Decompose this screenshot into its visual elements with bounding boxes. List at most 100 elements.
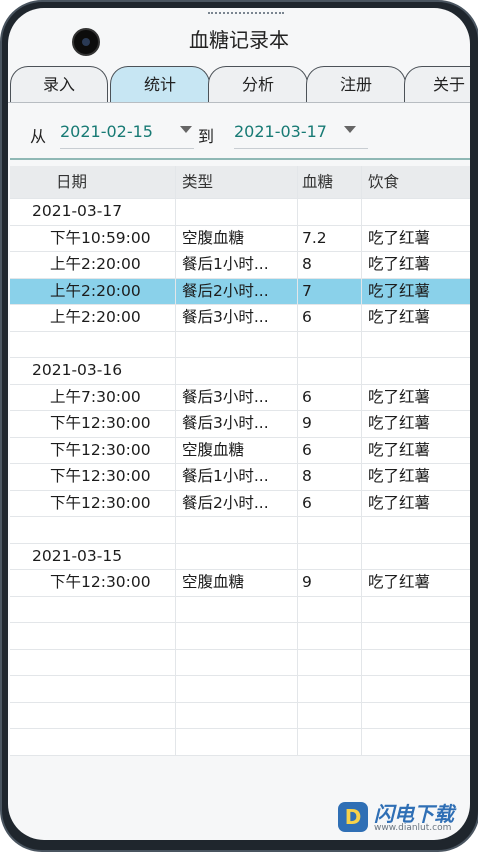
speaker-grille — [208, 8, 284, 14]
time-cell: 下午10:59:00 — [10, 225, 176, 251]
records-table: 日期 类型 血糖 饮食 2021-03-17 下午10:59:00 空腹血糖 7.2 吃… — [10, 166, 470, 756]
food-cell — [362, 517, 470, 543]
date-group-row[interactable]: 2021-03-17 — [10, 199, 470, 226]
table-header: 日期 类型 血糖 饮食 — [10, 166, 470, 199]
food-cell — [362, 199, 470, 225]
time-cell: 上午7:30:00 — [10, 384, 176, 410]
glucose-cell — [298, 543, 362, 569]
tab-analysis[interactable]: 分析 — [208, 66, 308, 102]
type-cell — [176, 729, 298, 755]
empty-row — [10, 649, 470, 676]
table-row[interactable]: 上午2:20:00 餐后3小时... 6 吃了红薯 — [10, 305, 470, 332]
empty-row — [10, 596, 470, 623]
filter-divider — [10, 158, 470, 160]
header-food[interactable]: 饮食 — [362, 166, 470, 198]
tab-bar: 录入 统计 分析 注册 关于 — [8, 60, 470, 104]
empty-row — [10, 702, 470, 729]
food-cell: 吃了红薯 — [368, 308, 431, 326]
header-date[interactable]: 日期 — [10, 166, 176, 198]
group-date-cell: 2021-03-16 — [10, 358, 176, 384]
tab-register[interactable]: 注册 — [306, 66, 406, 102]
table-body: 2021-03-17 下午10:59:00 空腹血糖 7.2 吃了红薯 上午2:20:00… — [10, 199, 470, 756]
time-cell — [10, 649, 176, 675]
time-cell: 下午12:30:00 — [10, 570, 176, 596]
food-cell — [362, 332, 470, 358]
table-row[interactable]: 下午12:30:00 餐后1小时... 8 吃了红薯 — [10, 464, 470, 491]
from-label: 从 — [30, 127, 47, 146]
glucose-cell — [298, 199, 362, 225]
food-cell — [362, 623, 470, 649]
type-cell: 空腹血糖 — [176, 225, 298, 251]
type-cell — [176, 517, 298, 543]
type-cell: 餐后2小时... — [176, 490, 298, 516]
glucose-cell: 6 — [298, 305, 362, 331]
glucose-cell: 7.2 — [298, 225, 362, 251]
tab-statistics[interactable]: 统计 — [110, 66, 210, 102]
type-cell — [176, 543, 298, 569]
time-cell: 下午12:30:00 — [10, 437, 176, 463]
time-cell: 下午12:30:00 — [10, 411, 176, 437]
tab-input[interactable]: 录入 — [10, 66, 108, 102]
food-cell: 吃了红薯 — [368, 281, 431, 300]
to-dropdown-icon[interactable] — [344, 126, 356, 133]
glucose-cell — [298, 517, 362, 543]
time-cell — [10, 676, 176, 702]
to-label: 到 — [198, 127, 215, 146]
from-date-picker[interactable]: 2021-02-15 — [60, 116, 194, 149]
type-cell — [176, 358, 298, 384]
type-cell — [176, 676, 298, 702]
time-cell: 上午2:20:00 — [10, 252, 176, 278]
tab-about[interactable]: 关于 — [404, 66, 470, 102]
table-row[interactable]: 下午12:30:00 空腹血糖 9 吃了红薯 — [10, 570, 470, 597]
type-cell: 空腹血糖 — [176, 437, 298, 463]
lightning-logo-icon: D — [338, 802, 368, 832]
table-row[interactable]: 下午12:30:00 餐后2小时... 6 吃了红薯 — [10, 490, 470, 517]
table-row[interactable]: 下午12:30:00 餐后3小时... 9 吃了红薯 — [10, 411, 470, 438]
glucose-cell — [298, 358, 362, 384]
glucose-cell — [298, 729, 362, 755]
date-group-row[interactable]: 2021-03-15 — [10, 543, 470, 570]
food-cell: 吃了红薯 — [368, 573, 431, 591]
tab-divider — [8, 102, 470, 103]
food-cell: 吃了红薯 — [368, 440, 431, 459]
time-cell — [10, 729, 176, 755]
glucose-cell: 8 — [298, 252, 362, 278]
glucose-cell: 9 — [298, 570, 362, 596]
glucose-cell — [298, 596, 362, 622]
time-cell: 上午2:20:00 — [10, 305, 176, 331]
type-cell: 餐后1小时... — [176, 252, 298, 278]
food-cell: 吃了红薯 — [368, 493, 431, 512]
type-cell — [176, 623, 298, 649]
glucose-cell — [298, 649, 362, 675]
table-row[interactable]: 下午10:59:00 空腹血糖 7.2 吃了红薯 — [10, 225, 470, 252]
glucose-cell: 6 — [298, 437, 362, 463]
app-screen: 血糖记录本 录入 统计 分析 注册 关于 从 2021-02-15 到 2021… — [8, 8, 470, 840]
group-date-cell: 2021-03-15 — [10, 543, 176, 569]
table-row[interactable]: 上午2:20:00 餐后2小时... 7 吃了红薯 — [10, 278, 470, 305]
type-cell — [176, 702, 298, 728]
empty-row — [10, 676, 470, 703]
time-cell — [10, 517, 176, 543]
table-row[interactable]: 下午12:30:00 空腹血糖 6 吃了红薯 — [10, 437, 470, 464]
header-glucose[interactable]: 血糖 — [298, 166, 362, 198]
time-cell — [10, 702, 176, 728]
empty-row — [10, 623, 470, 650]
type-cell: 餐后2小时... — [176, 278, 298, 304]
header-type[interactable]: 类型 — [176, 166, 298, 198]
group-date-cell: 2021-03-17 — [10, 199, 176, 225]
time-cell: 上午2:20:00 — [10, 278, 176, 304]
type-cell — [176, 199, 298, 225]
glucose-cell — [298, 702, 362, 728]
table-row[interactable]: 上午2:20:00 餐后1小时... 8 吃了红薯 — [10, 252, 470, 279]
glucose-cell — [298, 331, 362, 357]
type-cell: 餐后3小时... — [176, 384, 298, 410]
glucose-cell — [298, 623, 362, 649]
table-row[interactable]: 上午7:30:00 餐后3小时... 6 吃了红薯 — [10, 384, 470, 411]
food-cell — [362, 650, 470, 676]
type-cell — [176, 596, 298, 622]
glucose-cell: 7 — [298, 278, 362, 304]
from-dropdown-icon[interactable] — [180, 126, 192, 133]
date-group-row[interactable]: 2021-03-16 — [10, 358, 470, 385]
glucose-cell: 6 — [298, 384, 362, 410]
empty-row — [10, 729, 470, 756]
